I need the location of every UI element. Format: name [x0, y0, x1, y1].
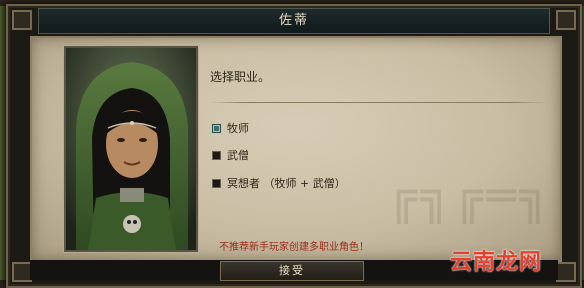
corner-ornament	[12, 10, 32, 30]
class-option-monk[interactable]: 武僧	[212, 147, 249, 163]
checkbox[interactable]	[212, 150, 221, 160]
parchment-panel: 选择职业。 牧师 武僧 冥想者 （牧师 + 武僧） 不推荐新手玩家创建多职业角色…	[30, 36, 562, 262]
class-prompt: 选择职业。	[210, 70, 271, 84]
character-portrait	[64, 46, 198, 252]
checkbox[interactable]	[212, 178, 221, 188]
option-label: 牧师	[227, 122, 249, 135]
divider	[210, 102, 546, 103]
dialog-title: 佐蒂	[38, 8, 550, 34]
corner-ornament	[556, 262, 576, 282]
portrait-illustration	[66, 48, 196, 250]
option-label: 冥想者 （牧师 + 武僧）	[227, 177, 346, 190]
checkbox-checked[interactable]	[212, 123, 221, 133]
accept-button[interactable]: 接受	[220, 261, 364, 281]
class-option-cleric[interactable]: 牧师	[212, 120, 249, 136]
brand-watermark: 云南龙网	[450, 250, 543, 275]
multiclass-warning: 不推荐新手玩家创建多职业角色！	[219, 242, 369, 253]
corner-ornament	[12, 262, 32, 282]
option-label: 武僧	[227, 149, 249, 162]
class-option-multiclass[interactable]: 冥想者 （牧师 + 武僧）	[212, 175, 346, 191]
corner-ornament	[556, 10, 576, 30]
